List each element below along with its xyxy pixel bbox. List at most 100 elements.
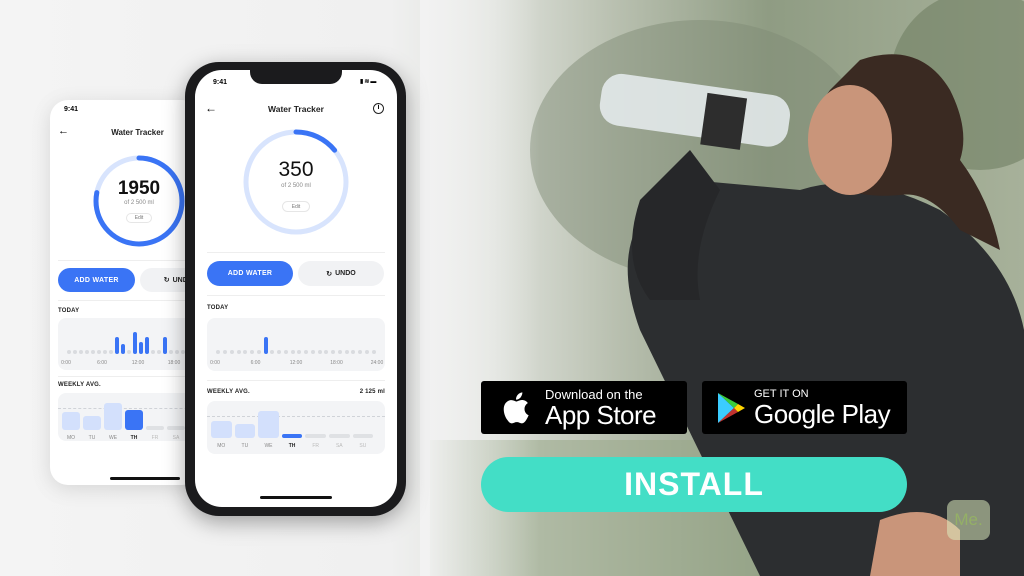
today-dot xyxy=(151,350,155,354)
divider xyxy=(207,380,385,381)
today-dot xyxy=(250,350,255,354)
google-play-icon xyxy=(718,392,745,423)
weekly-day-label: TU xyxy=(88,435,96,441)
today-tick-label: 6:00 xyxy=(97,360,107,366)
weekly-day-label: TH xyxy=(130,435,138,441)
today-dot xyxy=(67,350,71,354)
today-bar xyxy=(163,336,167,354)
undo-icon: ↻ xyxy=(163,277,170,284)
screen-title: Water Tracker xyxy=(268,104,324,114)
divider xyxy=(207,252,385,253)
today-chart: 0:00 6:00 12:00 18:00 xyxy=(58,318,200,370)
today-dot xyxy=(97,350,101,354)
goal-label: of 2 500 ml xyxy=(124,200,154,206)
weekly-bar xyxy=(167,426,185,430)
weekly-value: 2 125 ml xyxy=(359,389,385,395)
today-dot xyxy=(157,350,161,354)
today-dot xyxy=(109,350,113,354)
screen-title: Water Tracker xyxy=(111,128,164,137)
weekly-day-label: SA xyxy=(335,443,343,449)
home-indicator xyxy=(260,496,332,499)
today-dot xyxy=(270,350,275,354)
today-chart: 0:00 6:00 12:00 18:00 24:00 xyxy=(207,318,385,371)
today-bar xyxy=(121,344,125,354)
today-dot xyxy=(91,350,95,354)
install-button[interactable]: INSTALL xyxy=(481,457,907,512)
today-dot xyxy=(277,350,282,354)
today-dot xyxy=(169,350,173,354)
info-icon[interactable]: i xyxy=(373,103,384,114)
amount-value: 1950 xyxy=(117,178,161,199)
weekly-bar xyxy=(83,415,101,430)
weekly-day-label: WE xyxy=(108,435,118,441)
amount-value: 350 xyxy=(278,158,314,181)
add-water-button[interactable]: ADD WATER xyxy=(58,268,135,292)
edit-button[interactable]: Edit xyxy=(282,201,310,212)
undo-button[interactable]: ↻ UNDO xyxy=(298,261,384,286)
today-dot xyxy=(344,350,349,354)
goal-label: of 2 500 ml xyxy=(281,183,311,189)
add-water-button[interactable]: ADD WATER xyxy=(207,261,293,286)
app-store-button[interactable]: Download on the App Store xyxy=(481,381,687,434)
apple-icon xyxy=(503,391,529,423)
today-tick-label: 6:00 xyxy=(250,360,261,366)
today-label: TODAY xyxy=(58,308,80,314)
weekly-label: WEEKLY AVG. xyxy=(207,389,250,395)
progress-ring xyxy=(243,129,349,235)
weekly-bar xyxy=(125,409,143,430)
weekly-day-label: SU xyxy=(359,443,367,449)
back-arrow-icon[interactable]: ← xyxy=(58,125,69,137)
weekly-day-label: TH xyxy=(288,443,296,449)
divider xyxy=(58,376,200,377)
today-dot xyxy=(283,350,288,354)
today-bar xyxy=(263,336,268,354)
today-dot xyxy=(331,350,336,354)
undo-label: UNDO xyxy=(335,270,356,277)
divider xyxy=(207,295,385,296)
today-dot xyxy=(243,350,248,354)
today-dot xyxy=(371,350,376,354)
today-dot xyxy=(103,350,107,354)
today-dot xyxy=(290,350,295,354)
google-play-button[interactable]: GET IT ON Google Play xyxy=(702,381,907,434)
weekly-bar xyxy=(211,420,232,438)
weekly-day-label: TU xyxy=(241,443,249,449)
today-dot xyxy=(310,350,315,354)
status-icons: ▮≋▬ xyxy=(360,78,377,85)
undo-icon: ↻ xyxy=(326,270,333,278)
today-dot xyxy=(175,350,179,354)
today-tick-label: 18:00 xyxy=(167,360,181,366)
today-dot xyxy=(216,350,221,354)
today-dot xyxy=(79,350,83,354)
today-dot xyxy=(256,350,261,354)
google-play-line1: GET IT ON xyxy=(754,387,809,400)
today-dot xyxy=(85,350,89,354)
today-dot xyxy=(358,350,363,354)
weekly-day-label: MO xyxy=(217,443,226,449)
weekly-day-label: FR xyxy=(151,435,159,441)
today-dot xyxy=(297,350,302,354)
today-tick-label: 0:00 xyxy=(61,360,71,366)
today-dot xyxy=(127,350,131,354)
today-tick-label: 0:00 xyxy=(210,360,220,366)
weekly-day-label: MO xyxy=(66,435,76,441)
home-indicator xyxy=(110,477,180,480)
weekly-label: WEEKLY AVG. xyxy=(58,382,101,388)
google-play-line2: Google Play xyxy=(754,398,891,429)
weekly-bar xyxy=(352,434,374,438)
today-dot xyxy=(351,350,356,354)
weekly-bar xyxy=(281,434,303,438)
today-bar xyxy=(115,336,119,354)
edit-button[interactable]: Edit xyxy=(126,213,152,223)
weekly-bar xyxy=(146,426,164,430)
weekly-bar xyxy=(62,412,80,430)
back-arrow-icon[interactable]: ← xyxy=(205,101,217,115)
weekly-day-label: FR xyxy=(312,443,320,449)
today-tick-label: 12:00 xyxy=(131,360,145,366)
today-dot xyxy=(364,350,369,354)
notch xyxy=(250,70,342,84)
status-time: 9:41 xyxy=(64,106,79,113)
weekly-day-label: WE xyxy=(264,443,273,449)
battery-icon: ▬ xyxy=(370,79,378,85)
weekly-bar xyxy=(234,424,256,438)
